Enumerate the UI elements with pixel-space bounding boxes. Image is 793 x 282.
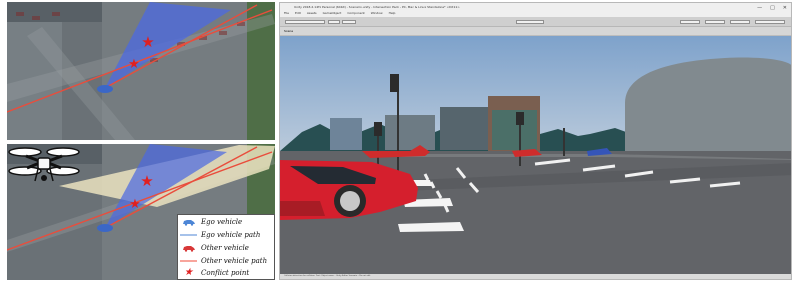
conflict-point-marker: ★ — [129, 197, 141, 212]
legend-label: Conflict point — [201, 269, 250, 277]
collab-button[interactable] — [680, 20, 700, 24]
pivot-toggle[interactable] — [328, 20, 340, 24]
minimize-button[interactable]: — — [757, 5, 762, 11]
legend-label: Other vehicle — [201, 244, 249, 252]
menu-component[interactable]: Component — [347, 11, 364, 15]
legend-label: Other vehicle path — [201, 257, 268, 265]
unity-editor-window: Unity 2018.2.14f1 Personal (64bit) - Sce… — [279, 2, 792, 280]
legend: Ego vehicle Ego vehicle path Other vehic… — [177, 214, 275, 280]
legend-item-ego-vehicle: Ego vehicle — [180, 218, 242, 226]
maximize-button[interactable]: □ — [770, 5, 775, 11]
menu-edit[interactable]: Edit — [295, 11, 301, 15]
legend-label: Ego vehicle path — [201, 231, 261, 239]
play-controls[interactable] — [516, 20, 544, 24]
menu-help[interactable]: Help — [389, 11, 396, 15]
layout-dropdown[interactable] — [755, 20, 785, 24]
red-car-icon — [180, 245, 197, 252]
window-title: Unity 2018.2.14f1 Personal (64bit) - Sce… — [294, 5, 460, 9]
menu-assets[interactable]: Assets — [307, 11, 317, 15]
status-text: Collision detection for collision. Text:… — [284, 275, 371, 277]
legend-item-conflict-point: ★ Conflict point — [180, 267, 250, 278]
legend-item-ego-vehicle-path: Ego vehicle path — [180, 231, 260, 239]
menu-file[interactable]: File — [284, 11, 289, 15]
conflict-point-marker: ★ — [140, 172, 153, 190]
title-and-menu-bar: Unity 2018.2.14f1 Personal (64bit) - Sce… — [280, 3, 791, 18]
menu-gameobject[interactable]: GameObject — [323, 11, 342, 15]
star-icon: ★ — [184, 267, 193, 278]
conflict-point-marker: ★ — [128, 57, 140, 72]
toolbar — [280, 18, 791, 27]
window-controls: — □ ✕ — [757, 5, 787, 11]
menu-bar: File Edit Assets GameObject Component Wi… — [284, 11, 395, 15]
global-toggle[interactable] — [342, 20, 356, 24]
top-view-panel: ★ ★ — [7, 2, 275, 140]
conflict-point-marker: ★ — [141, 33, 154, 51]
tab-scene[interactable]: Scene — [284, 29, 293, 33]
legend-label: Ego vehicle — [201, 218, 243, 226]
transform-tools[interactable] — [285, 20, 325, 24]
scene-view[interactable] — [280, 36, 791, 276]
account-button[interactable] — [705, 20, 725, 24]
line-icon — [180, 233, 197, 237]
scene-tab-bar: Scene — [280, 27, 791, 36]
blue-car-icon — [180, 219, 197, 226]
line-icon — [180, 259, 197, 263]
status-bar: Collision detection for collision. Text:… — [280, 274, 791, 279]
ego-vehicle-marker — [97, 224, 113, 232]
drone-view-panel: ★ ★ Ego vehicle Ego vehicle path Other v… — [7, 144, 275, 280]
ego-vehicle-marker — [97, 85, 113, 93]
menu-window[interactable]: Window — [371, 11, 383, 15]
close-button[interactable]: ✕ — [783, 5, 787, 11]
legend-item-other-vehicle-path: Other vehicle path — [180, 257, 267, 265]
legend-item-other-vehicle: Other vehicle — [180, 244, 249, 252]
layers-dropdown[interactable] — [730, 20, 750, 24]
